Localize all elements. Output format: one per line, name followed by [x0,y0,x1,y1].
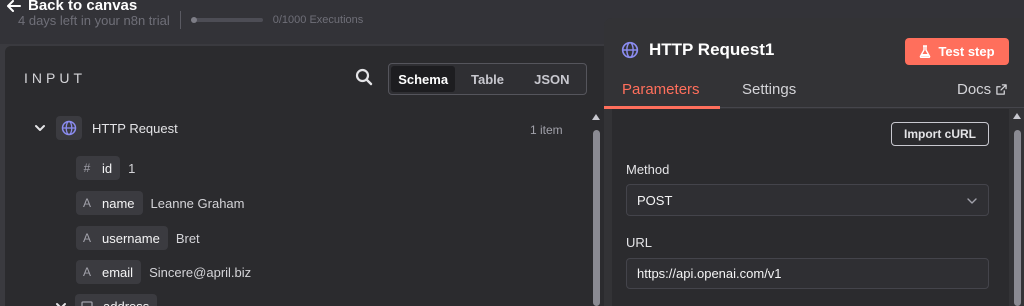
string-type-icon: A [82,231,91,245]
chevron-down-icon [967,198,977,204]
chevron-down-icon[interactable] [34,122,46,134]
field-key: id [102,160,113,176]
chevron-down-icon[interactable] [55,300,67,306]
globe-icon [621,41,639,59]
import-curl-button[interactable]: Import cURL [891,122,989,146]
field-pill[interactable]: A email [76,260,142,284]
method-label: Method [626,162,670,177]
field-pill[interactable]: A username [76,226,168,250]
field-key: email [102,264,134,280]
node-header: HTTP Request1 [621,40,774,60]
scroll-up-arrow-icon[interactable] [592,114,600,120]
node-name: HTTP Request [92,120,178,136]
field-value: Leanne Graham [150,195,245,211]
scroll-up-arrow-icon[interactable] [1013,113,1021,119]
field-pill[interactable]: address [75,294,158,306]
divider [179,11,181,29]
external-link-icon [996,84,1007,95]
schema-node-row[interactable]: HTTP Request [34,116,178,140]
search-icon[interactable] [355,68,373,86]
input-scrollbar[interactable] [589,112,603,306]
test-step-label: Test step [938,44,995,59]
view-option-schema[interactable]: Schema [391,66,456,92]
item-count: 1 item [530,123,563,137]
back-label: Back to canvas [28,0,138,14]
method-select[interactable]: POST [626,184,989,216]
executions-text: 0/1000 Executions [272,14,364,26]
field-pill[interactable]: A name [76,191,143,215]
url-label: URL [626,235,653,250]
number-type-icon: # [83,161,91,175]
node-title[interactable]: HTTP Request1 [649,40,774,60]
field-row-username[interactable]: A username Bret [76,226,200,250]
field-key: name [102,195,135,211]
method-value: POST [637,192,673,208]
field-pill[interactable]: # id [76,156,121,180]
parameters-panel: Import cURL Method POST URL https://api.… [612,109,1009,306]
test-step-button[interactable]: Test step [905,38,1009,65]
docs-label: Docs [957,81,992,98]
string-type-icon: A [82,196,91,210]
trial-text: 4 days left in your n8n trial [18,12,170,28]
tab-parameters[interactable]: Parameters [622,81,700,98]
object-type-icon [81,301,93,306]
arrow-left-icon [7,0,21,12]
executions-progress-bar [190,17,263,23]
field-key: address [103,298,150,306]
docs-link[interactable]: Docs [957,81,1007,98]
scroll-thumb[interactable] [593,130,600,306]
field-key: username [102,230,160,246]
field-row-address[interactable]: address [55,294,158,306]
node-icon-box [56,116,82,140]
view-option-table[interactable]: Table [455,66,519,92]
back-to-canvas-button[interactable]: Back to canvas [6,0,137,14]
input-title: INPUT [24,70,86,86]
globe-icon [61,120,77,136]
progress-fill [190,17,197,23]
node-tabs: Parameters Settings Docs [604,74,1024,109]
input-panel: INPUT Schema Table JSON HTTP Request 1 i… [5,46,605,306]
parameters-scrollbar[interactable] [1011,110,1024,306]
url-input[interactable]: https://api.openai.com/v1 [626,258,989,289]
string-type-icon: A [82,265,91,279]
field-row-email[interactable]: A email Sincere@april.biz [76,260,251,284]
field-row-name[interactable]: A name Leanne Graham [76,191,244,215]
scroll-thumb[interactable] [1014,130,1021,306]
flask-icon [920,45,931,58]
field-value: 1 [128,160,136,176]
field-row-id[interactable]: # id 1 [76,156,135,180]
field-value: Sincere@april.biz [149,264,252,280]
view-switch: Schema Table JSON [388,63,587,95]
tab-settings[interactable]: Settings [742,81,796,98]
view-option-json[interactable]: JSON [520,66,584,92]
field-value: Bret [175,230,200,246]
node-panel: HTTP Request1 Test step Parameters Setti… [604,18,1024,306]
url-value: https://api.openai.com/v1 [637,266,782,281]
